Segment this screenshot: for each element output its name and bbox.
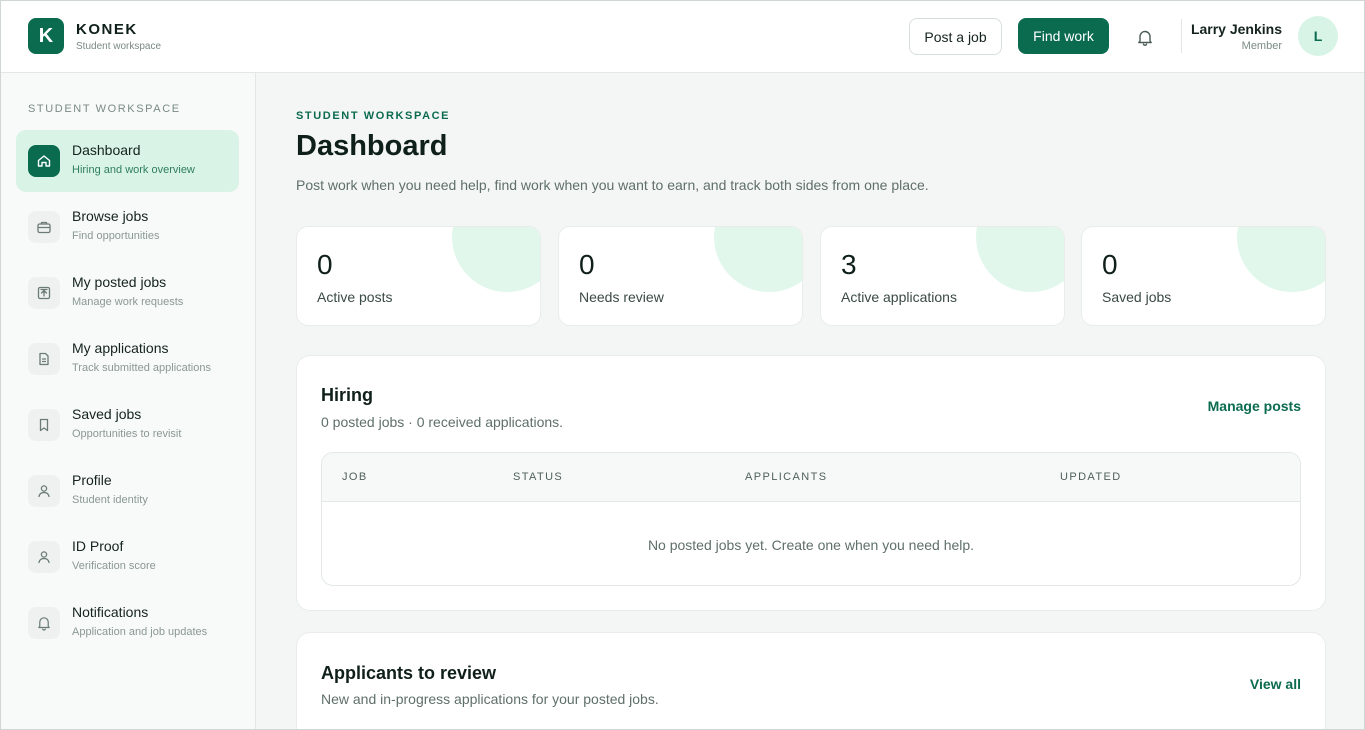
sidebar-item-sublabel: Application and job updates	[72, 626, 208, 638]
brand-logo-letter: K	[38, 24, 54, 47]
page-description: Post work when you need help, find work …	[296, 177, 929, 193]
applicants-panel: Applicants to review New and in-progress…	[296, 632, 1326, 730]
column-header-status[interactable]: STATUS	[513, 471, 563, 483]
sidebar-item-label: Notifications	[72, 604, 149, 620]
sidebar-item-label: My posted jobs	[72, 274, 167, 290]
sidebar-item-label: Browse jobs	[72, 208, 149, 224]
sidebar-item-label: My applications	[72, 340, 169, 356]
stat-value: 3	[841, 249, 857, 280]
applicants-subtitle: New and in-progress applications for you…	[321, 691, 659, 707]
stat-label: Needs review	[579, 289, 664, 305]
card-decoration	[714, 227, 802, 292]
sidebar-item-sublabel: Hiring and work overview	[72, 164, 195, 176]
stat-card-active-applications: 3 Active applications	[820, 226, 1065, 326]
sidebar-item-sublabel: Manage work requests	[72, 296, 184, 308]
user-name: Larry Jenkins	[1190, 21, 1282, 37]
stat-label: Active applications	[841, 289, 957, 305]
sidebar-item-label: Saved jobs	[72, 406, 142, 422]
user-role: Member	[1241, 40, 1282, 52]
sidebar-item-sublabel: Find opportunities	[72, 230, 160, 242]
document-icon	[28, 343, 60, 375]
top-header: K KONEK Student workspace Post a job Fin…	[0, 0, 1365, 73]
sidebar: STUDENT WORKSPACE Dashboard Hiring and w…	[0, 73, 256, 730]
header-divider	[1181, 19, 1182, 53]
table-empty-message: No posted jobs yet. Create one when you …	[647, 537, 975, 553]
stat-label: Active posts	[317, 289, 393, 305]
applicants-title: Applicants to review	[321, 663, 497, 683]
column-header-job[interactable]: JOB	[342, 471, 368, 483]
stat-card-needs-review: 0 Needs review	[558, 226, 803, 326]
avatar[interactable]: L	[1298, 16, 1338, 56]
sidebar-item-saved-jobs[interactable]: Saved jobs Opportunities to revisit	[16, 394, 239, 456]
stat-value: 0	[1102, 249, 1118, 280]
sidebar-item-label: Profile	[72, 472, 112, 488]
sidebar-item-label: Dashboard	[72, 142, 141, 158]
upload-box-icon	[28, 277, 60, 309]
sidebar-item-dashboard[interactable]: Dashboard Hiring and work overview	[16, 130, 239, 192]
hiring-subtitle: 0 posted jobs · 0 received applications.	[321, 414, 564, 430]
brand-logo[interactable]: K	[28, 18, 64, 54]
table-header: JOB STATUS APPLICANTS UPDATED	[322, 453, 1300, 502]
sidebar-item-label: ID Proof	[72, 538, 124, 554]
hiring-title: Hiring	[321, 385, 373, 405]
bell-icon	[28, 607, 60, 639]
briefcase-icon	[28, 211, 60, 243]
sidebar-item-id-proof[interactable]: ID Proof Verification score	[16, 526, 239, 588]
sidebar-item-my-applications[interactable]: My applications Track submitted applicat…	[16, 328, 239, 390]
sidebar-heading: STUDENT WORKSPACE	[28, 103, 181, 115]
card-decoration	[1237, 227, 1325, 292]
sidebar-item-sublabel: Opportunities to revisit	[72, 428, 182, 440]
card-decoration	[976, 227, 1064, 292]
sidebar-item-sublabel: Track submitted applications	[72, 362, 211, 374]
manage-posts-link[interactable]: Manage posts	[1208, 398, 1301, 414]
bookmark-icon	[28, 409, 60, 441]
column-header-applicants[interactable]: APPLICANTS	[745, 471, 827, 483]
sidebar-item-sublabel: Verification score	[72, 560, 156, 572]
brand-subtitle: Student workspace	[76, 41, 162, 52]
stat-card-active-posts: 0 Active posts	[296, 226, 541, 326]
home-icon	[28, 145, 60, 177]
page-eyebrow: STUDENT WORKSPACE	[296, 110, 451, 122]
notifications-bell-icon[interactable]	[1133, 25, 1157, 49]
page-title: Dashboard	[296, 130, 448, 162]
stat-card-saved-jobs: 0 Saved jobs	[1081, 226, 1326, 326]
card-decoration	[452, 227, 540, 292]
sidebar-item-profile[interactable]: Profile Student identity	[16, 460, 239, 522]
user-icon	[28, 475, 60, 507]
sidebar-item-browse-jobs[interactable]: Browse jobs Find opportunities	[16, 196, 239, 258]
posted-jobs-table: JOB STATUS APPLICANTS UPDATED No posted …	[321, 452, 1301, 586]
brand-name: KONEK	[76, 21, 138, 38]
hiring-panel: Hiring 0 posted jobs · 0 received applic…	[296, 355, 1326, 611]
sidebar-item-notifications[interactable]: Notifications Application and job update…	[16, 592, 239, 654]
sidebar-item-my-posted-jobs[interactable]: My posted jobs Manage work requests	[16, 262, 239, 324]
user-icon	[28, 541, 60, 573]
post-job-button[interactable]: Post a job	[909, 18, 1002, 55]
stat-value: 0	[317, 249, 333, 280]
column-header-updated[interactable]: UPDATED	[1060, 471, 1122, 483]
sidebar-item-sublabel: Student identity	[72, 494, 148, 506]
view-all-link[interactable]: View all	[1250, 676, 1301, 692]
stat-value: 0	[579, 249, 595, 280]
stat-label: Saved jobs	[1102, 289, 1172, 305]
find-work-button[interactable]: Find work	[1018, 18, 1109, 54]
